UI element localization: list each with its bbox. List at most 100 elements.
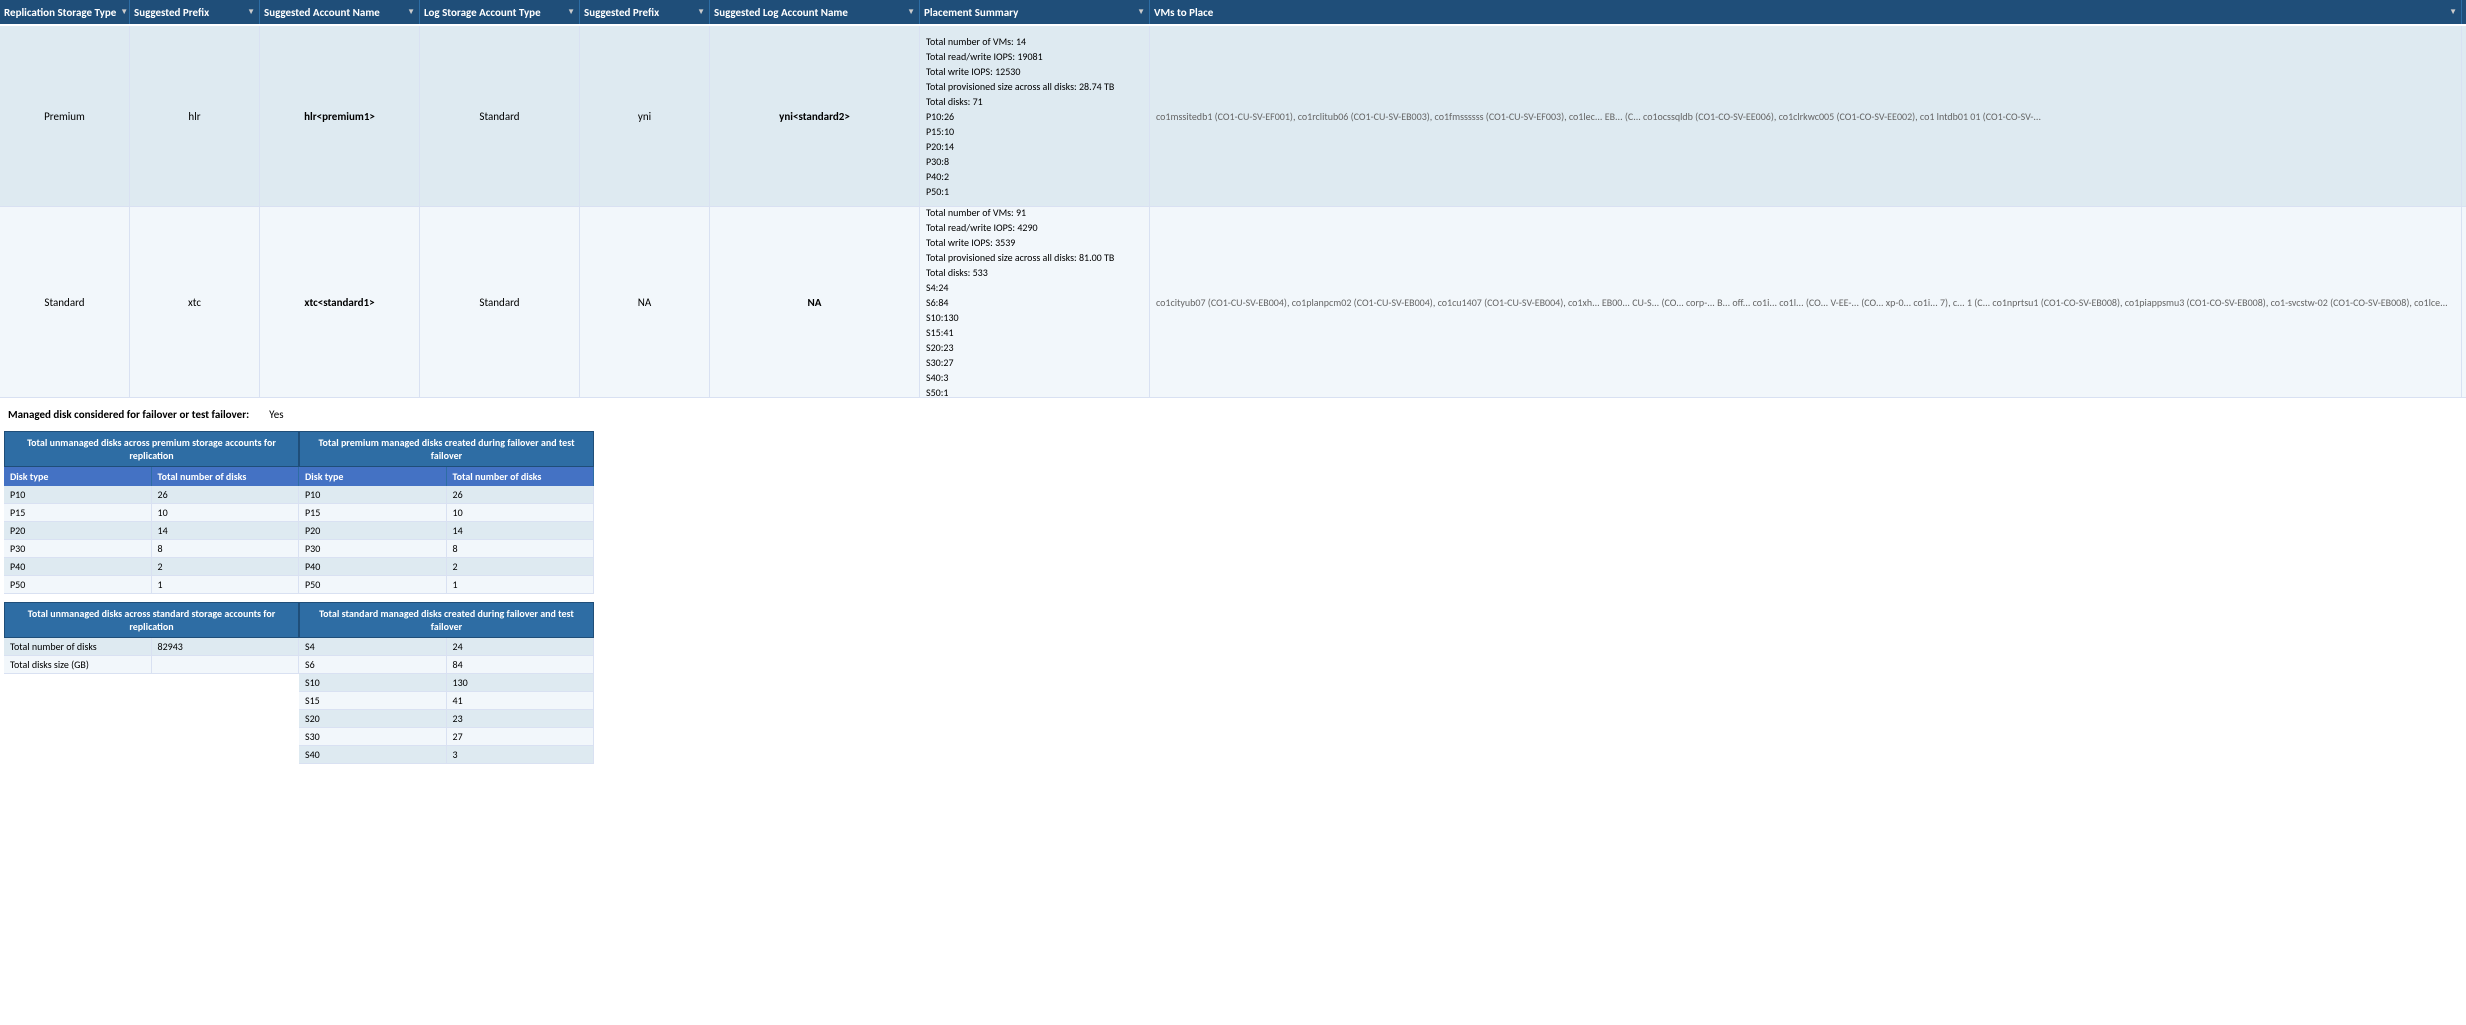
premium-log-prefix-cell: yni — [580, 26, 710, 206]
header-log-account-name-label: Suggested Log Account Name — [714, 6, 848, 19]
disk-type: S6 — [299, 656, 447, 673]
standard-log-storage-value: Standard — [479, 296, 519, 309]
table-row: P308 — [299, 540, 594, 558]
header-vms[interactable]: VMs to Place ▼ — [1150, 0, 2462, 24]
disk-type: P40 — [299, 558, 447, 575]
premium-vms-value: co1mssitedb1 (CO1-CU-SV-EF001), co1rclit… — [1156, 110, 2041, 123]
header-log-prefix[interactable]: Suggested Prefix ▼ — [580, 0, 710, 24]
premium-unmanaged-header-type: Disk type — [4, 467, 152, 486]
filter-account-name-icon[interactable]: ▼ — [407, 7, 415, 17]
premium-replication-cell: Premium — [0, 26, 130, 206]
disk-count: 8 — [447, 540, 595, 557]
header-prefix-label: Suggested Prefix — [134, 6, 209, 19]
filter-vms-icon[interactable]: ▼ — [2449, 7, 2457, 17]
disk-count: 24 — [447, 638, 595, 655]
standard-tables-section: Total unmanaged disks across standard st… — [4, 602, 594, 764]
standard-replication-value: Standard — [44, 296, 84, 309]
disk-count: 14 — [152, 522, 300, 539]
standard-managed-row: S684 — [299, 656, 594, 674]
filter-replication-icon[interactable]: ▼ — [120, 7, 128, 17]
filter-placement-icon[interactable]: ▼ — [1137, 7, 1145, 17]
filter-log-storage-icon[interactable]: ▼ — [567, 7, 575, 17]
premium-tables-container: Total unmanaged disks across premium sto… — [4, 431, 594, 594]
disk-count: 8 — [152, 540, 300, 557]
premium-log-account-name-value: yni<standard2> — [779, 110, 850, 123]
premium-unmanaged-header: Disk type Total number of disks — [4, 467, 299, 486]
table-row: P402 — [4, 558, 299, 576]
disk-type: P50 — [299, 576, 447, 593]
premium-prefix-value: hlr — [188, 110, 200, 123]
header-prefix[interactable]: Suggested Prefix ▼ — [130, 0, 260, 24]
standard-replication-cell: Standard — [0, 207, 130, 397]
header-row: Replication Storage Type ▼ Suggested Pre… — [0, 0, 2466, 26]
standard-unmanaged-rows: Total number of disks82943Total disks si… — [4, 638, 299, 674]
standard-managed-row: S1541 — [299, 692, 594, 710]
disk-count: 2 — [447, 558, 595, 575]
standard-managed-row: S3027 — [299, 728, 594, 746]
header-log-storage-label: Log Storage Account Type — [424, 6, 541, 19]
disk-type: P10 — [4, 486, 152, 503]
header-replication-label: Replication Storage Type — [4, 6, 116, 19]
standard-managed-rows: S424S684S10130S1541S2023S3027S403 — [299, 638, 594, 764]
disk-type: P20 — [299, 522, 447, 539]
row-value — [152, 656, 300, 673]
managed-disk-row: Managed disk considered for failover or … — [4, 406, 596, 423]
filter-log-account-name-icon[interactable]: ▼ — [907, 7, 915, 17]
standard-unmanaged-title: Total unmanaged disks across standard st… — [4, 602, 299, 638]
header-log-account-name[interactable]: Suggested Log Account Name ▼ — [710, 0, 920, 24]
disk-type: P40 — [4, 558, 152, 575]
standard-log-account-name-value: NA — [808, 296, 822, 309]
premium-account-name-cell: hlr<premium1> — [260, 26, 420, 206]
premium-managed-header-count: Total number of disks — [447, 467, 595, 486]
premium-log-storage-cell: Standard — [420, 26, 580, 206]
header-replication[interactable]: Replication Storage Type ▼ — [0, 0, 130, 24]
disk-type: S20 — [299, 710, 447, 727]
standard-managed-row: S2023 — [299, 710, 594, 728]
disk-count: 26 — [152, 486, 300, 503]
disk-type: P15 — [4, 504, 152, 521]
premium-account-name-value: hlr<premium1> — [304, 110, 375, 123]
premium-replication-value: Premium — [44, 110, 85, 123]
header-account-name[interactable]: Suggested Account Name ▼ — [260, 0, 420, 24]
premium-unmanaged-rows: P1026P1510P2014P308P402P501 — [4, 486, 299, 594]
row-value: 82943 — [152, 638, 300, 655]
standard-placement-value: Total number of VMs: 91 Total read/write… — [926, 207, 1114, 397]
table-row: P501 — [299, 576, 594, 594]
standard-unmanaged-row: Total disks size (GB) — [4, 656, 299, 674]
premium-data-row: Premium hlr hlr<premium1> Standard yni y… — [0, 26, 2466, 207]
standard-log-prefix-value: NA — [638, 296, 651, 309]
standard-vms-value: co1cityub07 (CO1-CU-SV-EB004), co1planpc… — [1156, 296, 2448, 309]
standard-prefix-value: xtc — [188, 296, 201, 309]
bottom-section: Managed disk considered for failover or … — [0, 398, 600, 772]
disk-type: P10 — [299, 486, 447, 503]
table-row: P2014 — [299, 522, 594, 540]
table-row: P501 — [4, 576, 299, 594]
managed-disk-value: Yes — [269, 408, 283, 421]
disk-count: 2 — [152, 558, 300, 575]
header-placement-label: Placement Summary — [924, 6, 1018, 19]
disk-count: 10 — [152, 504, 300, 521]
premium-log-account-name-cell: yni<standard2> — [710, 26, 920, 206]
table-row: P1510 — [4, 504, 299, 522]
standard-unmanaged-row: Total number of disks82943 — [4, 638, 299, 656]
standard-log-prefix-cell: NA — [580, 207, 710, 397]
disk-count: 1 — [152, 576, 300, 593]
header-log-storage[interactable]: Log Storage Account Type ▼ — [420, 0, 580, 24]
disk-count: 14 — [447, 522, 595, 539]
filter-prefix-icon[interactable]: ▼ — [247, 7, 255, 17]
disk-count: 26 — [447, 486, 595, 503]
disk-count: 3 — [447, 746, 595, 763]
premium-prefix-cell: hlr — [130, 26, 260, 206]
filter-log-prefix-icon[interactable]: ▼ — [697, 7, 705, 17]
disk-count: 23 — [447, 710, 595, 727]
table-row: P308 — [4, 540, 299, 558]
disk-type: S40 — [299, 746, 447, 763]
disk-type: S15 — [299, 692, 447, 709]
premium-managed-table-group: Total premium managed disks created duri… — [299, 431, 594, 594]
standard-tables-container: Total unmanaged disks across standard st… — [4, 602, 594, 764]
disk-type: P30 — [299, 540, 447, 557]
header-placement[interactable]: Placement Summary ▼ — [920, 0, 1150, 24]
disk-type: S4 — [299, 638, 447, 655]
premium-managed-rows: P1026P1510P2014P308P402P501 — [299, 486, 594, 594]
premium-unmanaged-table-group: Total unmanaged disks across premium sto… — [4, 431, 299, 594]
